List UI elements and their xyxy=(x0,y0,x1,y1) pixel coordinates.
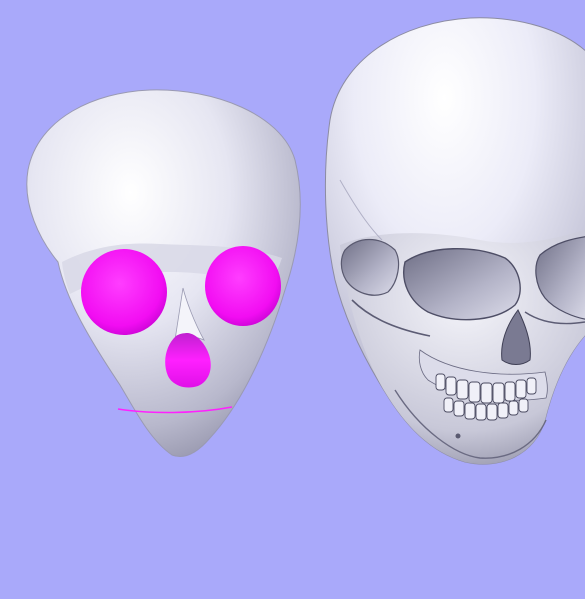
eye-socket-right xyxy=(205,246,281,326)
3d-viewport[interactable] xyxy=(0,0,585,599)
skull-mental-foramen xyxy=(455,433,461,439)
eye-socket-left xyxy=(81,249,167,335)
viewport-canvas[interactable] xyxy=(0,0,585,599)
